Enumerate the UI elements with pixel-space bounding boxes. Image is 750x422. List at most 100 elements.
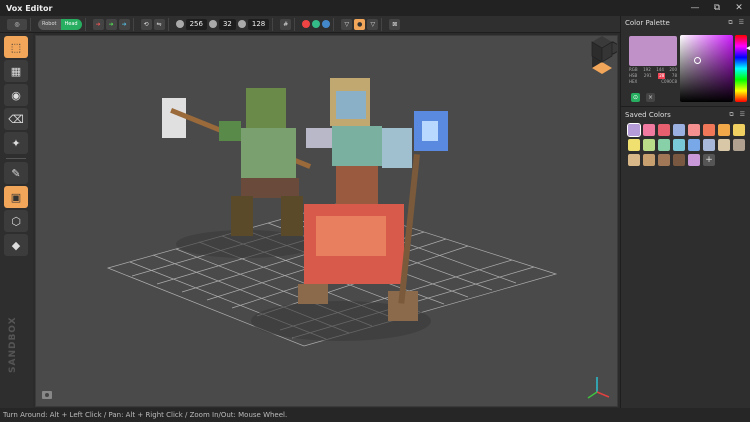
light-group: ▽ ● ▽ bbox=[338, 17, 383, 31]
eyedropper-icon[interactable]: ⊙ bbox=[631, 93, 640, 102]
hsb-h[interactable]: 291 bbox=[644, 73, 652, 79]
mode-toggle[interactable]: Robot Head bbox=[38, 18, 82, 30]
rotate-icon[interactable]: ⟲ bbox=[140, 18, 152, 30]
toolbar: ◎ Robot Head ➜ ➜ ➜ ⟲ ⇋ 256 32 128 # ▽ ● … bbox=[0, 16, 620, 33]
status-text: Turn Around: Alt + Left Click / Pan: Alt… bbox=[3, 411, 288, 419]
saved-color-swatch[interactable] bbox=[703, 139, 715, 151]
saved-color-swatch[interactable] bbox=[673, 154, 685, 166]
saved-color-swatch[interactable] bbox=[718, 124, 730, 136]
saved-color-swatch[interactable] bbox=[688, 139, 700, 151]
export-icon[interactable]: ⊠ bbox=[389, 18, 401, 30]
light-alt-icon[interactable]: ▽ bbox=[367, 18, 379, 30]
grid-icon[interactable]: # bbox=[280, 18, 292, 30]
mode-robot[interactable]: Robot bbox=[38, 18, 61, 30]
picker-cursor[interactable] bbox=[694, 57, 701, 64]
move-z-icon[interactable]: ➜ bbox=[118, 18, 130, 30]
view-group: ◎ bbox=[4, 17, 31, 31]
camera-icon bbox=[42, 391, 52, 399]
saved-color-swatch[interactable] bbox=[673, 124, 685, 136]
hex-label: HEX bbox=[629, 79, 638, 84]
palette-tool-icon[interactable]: ◉ bbox=[4, 84, 28, 106]
wire-cube-tool-icon[interactable]: ⬡ bbox=[4, 210, 28, 232]
grid-group: # bbox=[277, 17, 296, 31]
green-sphere-icon[interactable] bbox=[312, 20, 321, 28]
saved-color-swatch[interactable] bbox=[718, 139, 730, 151]
saved-color-swatch[interactable] bbox=[673, 139, 685, 151]
3d-viewport[interactable] bbox=[35, 35, 618, 407]
saved-color-swatch[interactable] bbox=[658, 139, 670, 151]
scene-render bbox=[42, 36, 617, 399]
saved-colors-title: Saved Colors bbox=[625, 111, 671, 119]
saved-color-swatch[interactable] bbox=[688, 154, 700, 166]
export-group: ⊠ bbox=[386, 18, 403, 31]
hue-handle-icon[interactable]: ◀ bbox=[746, 44, 750, 52]
minimize-button[interactable]: — bbox=[684, 0, 706, 16]
title-bar: Vox Editor — ⧉ ✕ bbox=[0, 0, 750, 16]
tool-divider bbox=[6, 158, 26, 159]
status-bar: Turn Around: Alt + Left Click / Pan: Alt… bbox=[0, 408, 750, 422]
saved-color-swatch[interactable] bbox=[643, 124, 655, 136]
render-group bbox=[299, 17, 335, 31]
app-window: Vox Editor — ⧉ ✕ ◎ Robot Head ➜ ➜ ➜ ⟲ ⇋ … bbox=[0, 0, 750, 422]
light-icon[interactable]: ▽ bbox=[341, 18, 353, 30]
hex-field[interactable]: C090C8 bbox=[661, 79, 677, 85]
move-x-icon[interactable]: ➜ bbox=[92, 18, 104, 30]
saved-colors-header: Saved Colors ⧉ ☰ bbox=[621, 108, 750, 122]
fill-tool-icon[interactable]: ◆ bbox=[4, 234, 28, 256]
orc-warrior-model bbox=[162, 88, 312, 236]
saved-color-swatch[interactable] bbox=[643, 154, 655, 166]
app-title: Vox Editor bbox=[6, 3, 53, 13]
reset-color-icon[interactable]: × bbox=[646, 93, 655, 102]
saved-color-swatch[interactable] bbox=[703, 124, 715, 136]
left-toolbar: ⬚ ▦ ◉ ⌫ ✦ ✎ ▣ ⬡ ◆ SANDBOX bbox=[0, 33, 33, 408]
size-x-field[interactable]: 256 bbox=[185, 18, 207, 30]
saved-color-swatch[interactable] bbox=[733, 124, 745, 136]
saved-color-swatch[interactable] bbox=[733, 139, 745, 151]
size-z-icon bbox=[237, 20, 246, 28]
size-y-icon bbox=[208, 20, 217, 28]
mage-model bbox=[298, 78, 448, 321]
eraser-tool-icon[interactable]: ⌫ bbox=[4, 108, 28, 130]
color-palette-title: Color Palette bbox=[625, 19, 670, 27]
maximize-button[interactable]: ⧉ bbox=[706, 0, 728, 16]
size-group: 256 32 128 bbox=[173, 17, 274, 31]
red-sphere-icon[interactable] bbox=[302, 20, 311, 28]
saved-color-swatch[interactable] bbox=[658, 124, 670, 136]
wand-tool-icon[interactable]: ✦ bbox=[4, 132, 28, 154]
saved-color-swatch[interactable] bbox=[658, 154, 670, 166]
blue-sphere-icon[interactable] bbox=[322, 20, 331, 28]
size-y-field[interactable]: 32 bbox=[218, 18, 236, 30]
eye-icon[interactable]: ◎ bbox=[7, 18, 27, 30]
current-color-swatch[interactable] bbox=[629, 36, 677, 66]
saved-color-swatch[interactable] bbox=[643, 139, 655, 151]
panel-options-icon[interactable]: ⧉ ☰ bbox=[728, 19, 746, 27]
blocks-tool-icon[interactable]: ▦ bbox=[4, 60, 28, 82]
color-palette-header: Color Palette ⧉ ☰ bbox=[621, 16, 750, 30]
panel-divider bbox=[621, 106, 750, 107]
rotate-group: ⟲ ⇋ bbox=[138, 17, 169, 31]
mode-head[interactable]: Head bbox=[60, 18, 82, 30]
saved-color-swatch[interactable] bbox=[628, 139, 640, 151]
size-z-field[interactable]: 128 bbox=[247, 18, 270, 30]
saved-color-swatch[interactable] bbox=[628, 154, 640, 166]
saved-color-swatch[interactable] bbox=[627, 123, 641, 137]
saved-color-swatch[interactable] bbox=[688, 124, 700, 136]
add-color-button[interactable]: + bbox=[703, 154, 715, 166]
move-y-icon[interactable]: ➜ bbox=[105, 18, 117, 30]
transform-group: ➜ ➜ ➜ bbox=[90, 17, 134, 31]
flip-icon[interactable]: ⇋ bbox=[153, 18, 165, 30]
pencil-tool-icon[interactable]: ✎ bbox=[4, 162, 28, 184]
color-values: RGB 192 144 200 HSB 291 28 78 HEX C090C8 bbox=[629, 67, 677, 85]
cube-tool-icon[interactable]: ▣ bbox=[4, 186, 28, 208]
shade-icon[interactable]: ● bbox=[354, 18, 366, 30]
saved-options-icon[interactable]: ⧉ ☰ bbox=[729, 111, 747, 119]
saturation-value-picker[interactable] bbox=[680, 35, 733, 102]
hex-row: HEX C090C8 bbox=[629, 79, 677, 85]
close-button[interactable]: ✕ bbox=[728, 0, 750, 16]
right-panel: Color Palette ⧉ ☰ RGB 192 144 200 HSB 29… bbox=[620, 16, 750, 408]
nav-cube-icon bbox=[591, 36, 617, 74]
brand-logo: SANDBOX bbox=[8, 316, 18, 373]
select-tool-icon[interactable]: ⬚ bbox=[4, 36, 28, 58]
saved-colors-grid: + bbox=[627, 123, 748, 166]
mode-group: Robot Head bbox=[35, 17, 86, 31]
